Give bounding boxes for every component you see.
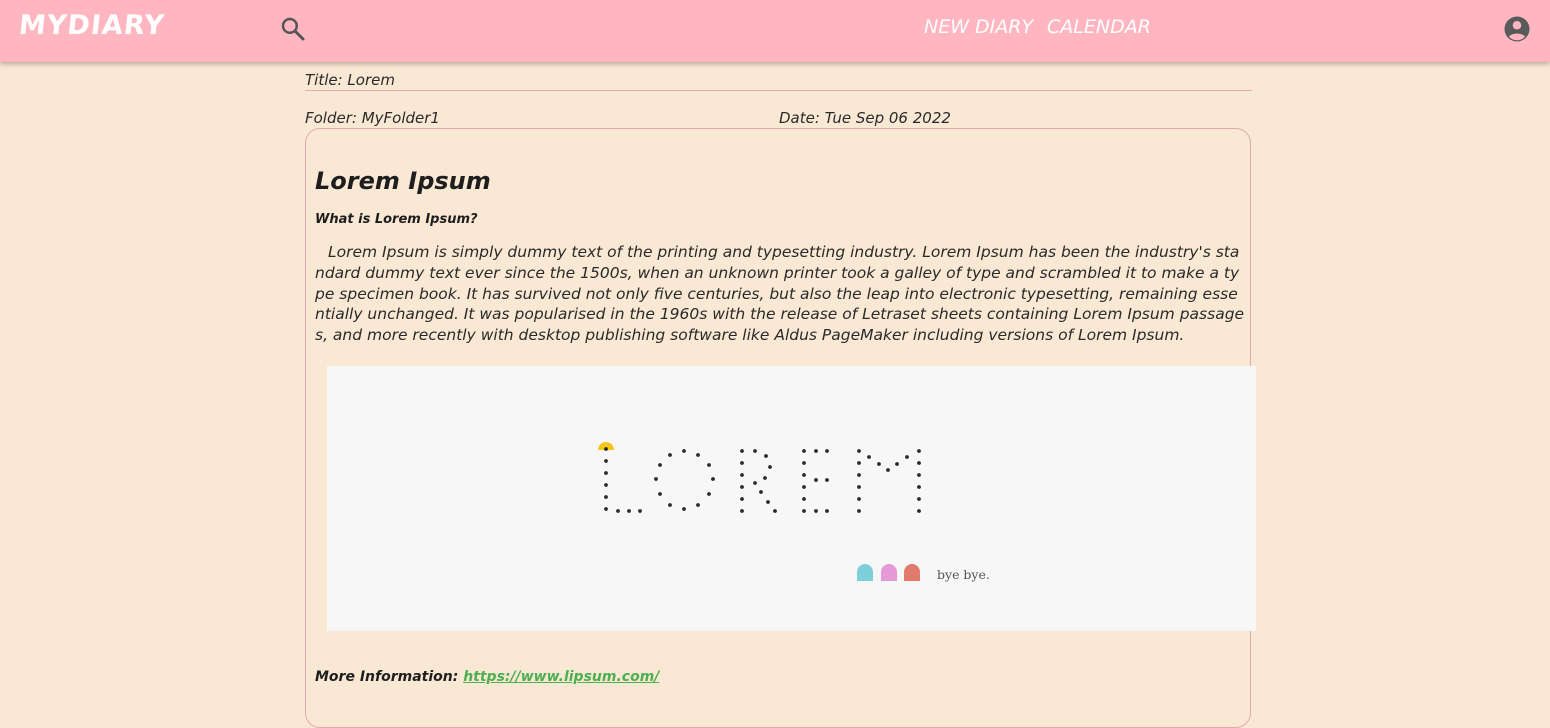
title-divider xyxy=(305,90,1252,91)
account-button[interactable] xyxy=(1502,14,1532,44)
diary-date: Date: Tue Sep 06 2022 xyxy=(779,109,951,127)
account-circle-icon xyxy=(1504,16,1530,42)
search-icon xyxy=(281,17,305,41)
more-information: More Information: https://www.lipsum.com… xyxy=(315,669,659,685)
entry-subheading: What is Lorem Ipsum? xyxy=(315,212,478,227)
search-button[interactable] xyxy=(278,14,308,44)
diary-entry-card: Lorem Ipsum What is Lorem Ipsum? Lorem I… xyxy=(305,128,1256,728)
nav-new-diary[interactable]: NEW DIARY xyxy=(924,16,1033,38)
more-info-link[interactable]: https://www.lipsum.com/ xyxy=(463,669,659,685)
lorem-dotted-illustration xyxy=(598,442,921,581)
ghost-icon-blue xyxy=(857,564,873,581)
entry-heading: Lorem Ipsum xyxy=(315,167,491,195)
lorem-image: bye bye. xyxy=(327,366,1256,631)
app-logo[interactable]: MYDIARY xyxy=(17,10,166,41)
nav-calendar[interactable]: CALENDAR xyxy=(1047,16,1151,38)
diary-title: Title: Lorem xyxy=(305,71,395,89)
entry-body-text: Lorem Ipsum is simply dummy text of the … xyxy=(315,243,1245,345)
image-caption: bye bye. xyxy=(937,567,990,582)
more-info-label: More Information: xyxy=(315,669,459,685)
top-app-bar: MYDIARY NEW DIARY CALENDAR xyxy=(0,0,1550,62)
ghost-icon-red xyxy=(904,564,920,581)
ghost-icon-pink xyxy=(881,564,897,581)
diary-folder: Folder: MyFolder1 xyxy=(305,109,440,127)
